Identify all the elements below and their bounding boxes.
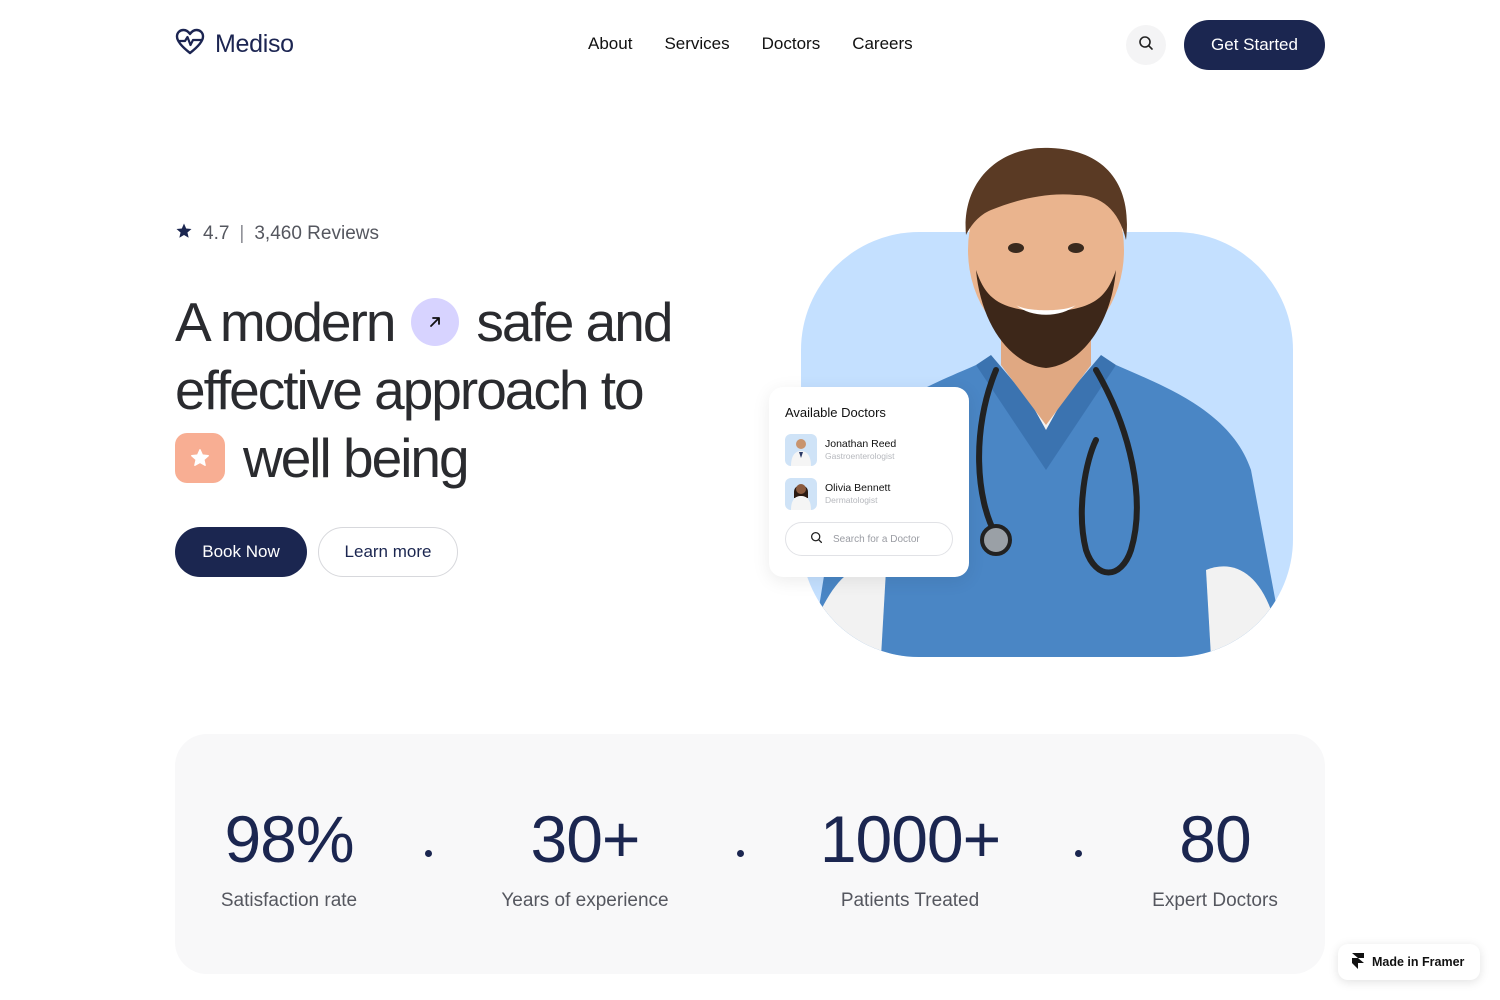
stat-label: Satisfaction rate (220, 890, 358, 911)
stats-panel: 98% Satisfaction rate 30+ Years of exper… (175, 734, 1325, 974)
stat-value: 80 (1179, 802, 1251, 876)
doctor-avatar (785, 478, 817, 510)
stat-satisfaction: 98% Satisfaction rate (219, 804, 359, 912)
nav-doctors[interactable]: Doctors (762, 34, 821, 54)
stat-value: 30+ (530, 802, 641, 876)
framer-badge-label: Made in Framer (1372, 955, 1465, 969)
doctor-search-input[interactable]: Search for a Doctor (785, 522, 953, 556)
search-icon (1138, 35, 1154, 56)
stat-value: 1000+ (819, 802, 1001, 876)
doctor-search-placeholder: Search for a Doctor (833, 533, 920, 545)
stat-patients: 1000+ Patients Treated (805, 804, 1015, 912)
star-badge-icon (175, 433, 225, 483)
doctor-avatar (785, 434, 817, 466)
framer-logo-icon (1352, 952, 1364, 972)
stat-experience: 30+ Years of experience (495, 804, 675, 912)
stat-divider-dot (737, 850, 744, 857)
rating-value: 4.7 (203, 223, 230, 244)
learn-more-button[interactable]: Learn more (318, 527, 458, 577)
get-started-button[interactable]: Get Started (1184, 20, 1325, 70)
made-in-framer-badge[interactable]: Made in Framer (1338, 944, 1480, 980)
brand-logo[interactable]: Mediso (175, 28, 294, 61)
available-doctors-card: Available Doctors Jonathan Reed Gastroen… (769, 387, 969, 577)
search-icon (810, 531, 823, 547)
stat-divider-dot (1075, 850, 1082, 857)
stat-divider-dot (425, 850, 432, 857)
doctor-list-item[interactable]: Jonathan Reed Gastroenterologist (785, 434, 953, 466)
card-title: Available Doctors (785, 405, 886, 420)
hero-headline: A modern safe and effective approach to … (175, 288, 735, 492)
doctor-specialty: Gastroenterologist (825, 451, 895, 461)
book-now-button[interactable]: Book Now (175, 527, 307, 577)
headline-line-1: A modern safe and (175, 288, 735, 356)
brand-name: Mediso (215, 30, 294, 58)
stat-doctors: 80 Expert Doctors (1145, 804, 1285, 912)
doctor-specialty: Dermatologist (825, 495, 878, 505)
heart-pulse-icon (175, 28, 205, 61)
main-nav: About Services Doctors Careers (588, 34, 913, 54)
search-button[interactable] (1126, 25, 1166, 65)
review-count: 3,460 Reviews (254, 223, 379, 244)
headline-text-1b: safe and (476, 291, 673, 353)
stat-label: Expert Doctors (1152, 890, 1278, 911)
headline-text-3: well being (243, 427, 470, 489)
stat-label: Patients Treated (840, 890, 980, 911)
rating-summary: 4.7 | 3,460 Reviews (175, 222, 379, 246)
headline-text-1a: A modern (175, 291, 396, 353)
doctor-list-item[interactable]: Olivia Bennett Dermatologist (785, 478, 953, 510)
doctor-name: Jonathan Reed (825, 438, 897, 450)
star-icon (175, 222, 193, 246)
doctor-name: Olivia Bennett (825, 482, 891, 494)
nav-careers[interactable]: Careers (852, 34, 912, 54)
headline-line-3: well being (175, 424, 735, 492)
arrow-up-right-icon (411, 298, 460, 346)
headline-line-2: effective approach to (175, 359, 645, 421)
nav-about[interactable]: About (588, 34, 632, 54)
rating-separator: | (239, 223, 245, 244)
nav-services[interactable]: Services (664, 34, 729, 54)
stat-label: Years of experience (501, 890, 669, 911)
stat-value: 98% (224, 802, 354, 876)
